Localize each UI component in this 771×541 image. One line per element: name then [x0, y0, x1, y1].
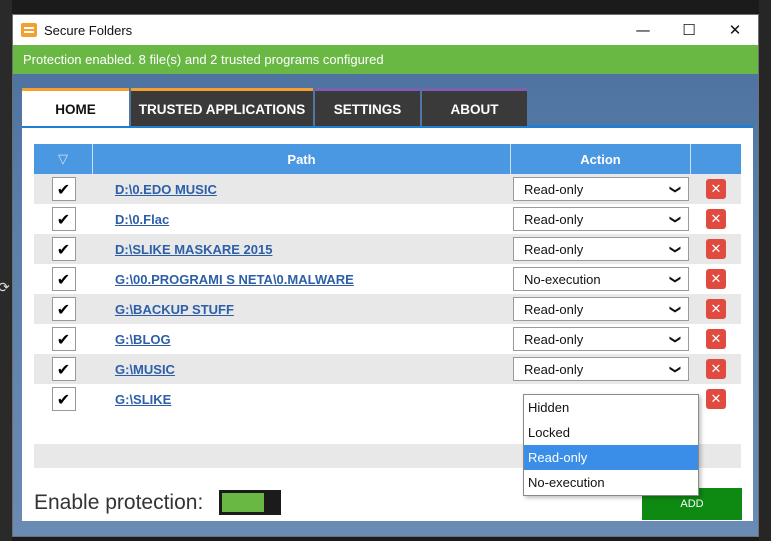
- row-path-link[interactable]: D:\0.EDO MUSIC: [93, 182, 511, 197]
- maximize-button[interactable]: ☐: [666, 15, 712, 45]
- row-checkbox[interactable]: ✔: [51, 327, 76, 351]
- chevron-down-icon: ❯: [668, 364, 682, 374]
- action-value: No-execution: [524, 271, 601, 287]
- delete-icon[interactable]: ✕: [706, 239, 726, 259]
- status-banner: Protection enabled. 8 file(s) and 2 trus…: [13, 45, 758, 74]
- protection-toggle[interactable]: [219, 490, 282, 515]
- table-header: ▽ Path Action: [34, 144, 741, 174]
- action-value: Read-only: [524, 241, 584, 257]
- delete-icon[interactable]: ✕: [706, 179, 726, 199]
- dropdown-option-hidden[interactable]: Hidden: [524, 395, 698, 420]
- background-right-edge: [759, 0, 771, 541]
- row-path-link[interactable]: D:\SLIKE MASKARE 2015: [93, 242, 511, 257]
- minimize-button[interactable]: —: [620, 15, 666, 45]
- dropdown-option-no-execution[interactable]: No-execution: [524, 470, 698, 495]
- row-checkbox[interactable]: ✔: [51, 387, 76, 411]
- toggle-on-fill: [222, 493, 265, 512]
- action-select[interactable]: Read-only ❯: [513, 327, 689, 351]
- header-delete-column: [691, 144, 741, 174]
- dropdown-option-locked[interactable]: Locked: [524, 420, 698, 445]
- action-value: Read-only: [524, 301, 584, 317]
- tab-about[interactable]: ABOUT: [422, 88, 527, 126]
- chevron-down-icon: ❯: [668, 184, 682, 194]
- action-select[interactable]: Read-only ❯: [513, 297, 689, 321]
- row-path-link[interactable]: G:\MUSIC: [93, 362, 511, 377]
- enable-protection-label: Enable protection:: [34, 490, 204, 514]
- close-button[interactable]: ✕: [712, 15, 758, 45]
- table-row: ✔ D:\0.Flac Read-only ❯ ✕: [34, 204, 741, 234]
- row-checkbox[interactable]: ✔: [51, 297, 76, 321]
- delete-icon[interactable]: ✕: [706, 209, 726, 229]
- row-checkbox[interactable]: ✔: [51, 357, 76, 381]
- title-bar: Secure Folders — ☐ ✕: [13, 15, 758, 45]
- action-select[interactable]: Read-only ❯: [513, 237, 689, 261]
- action-value: Read-only: [524, 361, 584, 377]
- header-check-column[interactable]: ▽: [34, 144, 93, 174]
- header-path[interactable]: Path: [93, 144, 511, 174]
- row-path-link[interactable]: D:\0.Flac: [93, 212, 511, 227]
- table-row: ✔ D:\0.EDO MUSIC Read-only ❯ ✕: [34, 174, 741, 204]
- action-select[interactable]: Read-only ❯: [513, 177, 689, 201]
- row-path-link[interactable]: G:\BLOG: [93, 332, 511, 347]
- enable-protection-group: Enable protection:: [34, 490, 282, 515]
- row-path-link[interactable]: G:\SLIKE: [93, 392, 511, 407]
- filter-icon[interactable]: ▽: [58, 152, 68, 167]
- table-row: ✔ G:\BLOG Read-only ❯ ✕: [34, 324, 741, 354]
- delete-icon[interactable]: ✕: [706, 269, 726, 289]
- background-arrow-glyph: ⟳: [0, 280, 10, 296]
- table-row: ✔ G:\00.PROGRAMI S NETA\0.MALWARE No-exe…: [34, 264, 741, 294]
- action-select[interactable]: Read-only ❯: [513, 207, 689, 231]
- window-title: Secure Folders: [44, 22, 133, 38]
- delete-icon[interactable]: ✕: [706, 329, 726, 349]
- chevron-down-icon: ❯: [668, 214, 682, 224]
- action-select[interactable]: No-execution ❯: [513, 267, 689, 291]
- background-left-edge: ⟳: [0, 0, 12, 541]
- action-value: Read-only: [524, 181, 584, 197]
- row-checkbox[interactable]: ✔: [51, 177, 76, 201]
- delete-icon[interactable]: ✕: [706, 359, 726, 379]
- action-dropdown-list: Hidden Locked Read-only No-execution: [523, 394, 699, 496]
- delete-icon[interactable]: ✕: [706, 389, 726, 409]
- action-select[interactable]: Read-only ❯: [513, 357, 689, 381]
- chevron-down-icon: ❯: [668, 304, 682, 314]
- chevron-down-icon: ❯: [668, 244, 682, 254]
- delete-icon[interactable]: ✕: [706, 299, 726, 319]
- row-checkbox[interactable]: ✔: [51, 267, 76, 291]
- header-action[interactable]: Action: [511, 144, 691, 174]
- tab-bar: HOME TRUSTED APPLICATIONS SETTINGS ABOUT: [22, 88, 529, 126]
- app-window: Secure Folders — ☐ ✕ Protection enabled.…: [12, 14, 759, 537]
- table-row: ✔ D:\SLIKE MASKARE 2015 Read-only ❯ ✕: [34, 234, 741, 264]
- tab-home[interactable]: HOME: [22, 88, 129, 126]
- chevron-down-icon: ❯: [668, 334, 682, 344]
- tab-settings[interactable]: SETTINGS: [315, 88, 420, 126]
- chevron-down-icon: ❯: [668, 274, 682, 284]
- row-path-link[interactable]: G:\00.PROGRAMI S NETA\0.MALWARE: [93, 272, 511, 287]
- home-panel: ▽ Path Action ✔ D:\0.EDO MUSIC Read-only…: [22, 125, 753, 521]
- action-value: Read-only: [524, 211, 584, 227]
- action-value: Read-only: [524, 331, 584, 347]
- row-path-link[interactable]: G:\BACKUP STUFF: [93, 302, 511, 317]
- app-folder-icon: [21, 23, 37, 37]
- row-checkbox[interactable]: ✔: [51, 207, 76, 231]
- dropdown-option-read-only[interactable]: Read-only: [524, 445, 698, 470]
- table-row: ✔ G:\BACKUP STUFF Read-only ❯ ✕: [34, 294, 741, 324]
- row-checkbox[interactable]: ✔: [51, 237, 76, 261]
- tab-trusted-applications[interactable]: TRUSTED APPLICATIONS: [131, 88, 313, 126]
- table-row: ✔ G:\MUSIC Read-only ❯ ✕: [34, 354, 741, 384]
